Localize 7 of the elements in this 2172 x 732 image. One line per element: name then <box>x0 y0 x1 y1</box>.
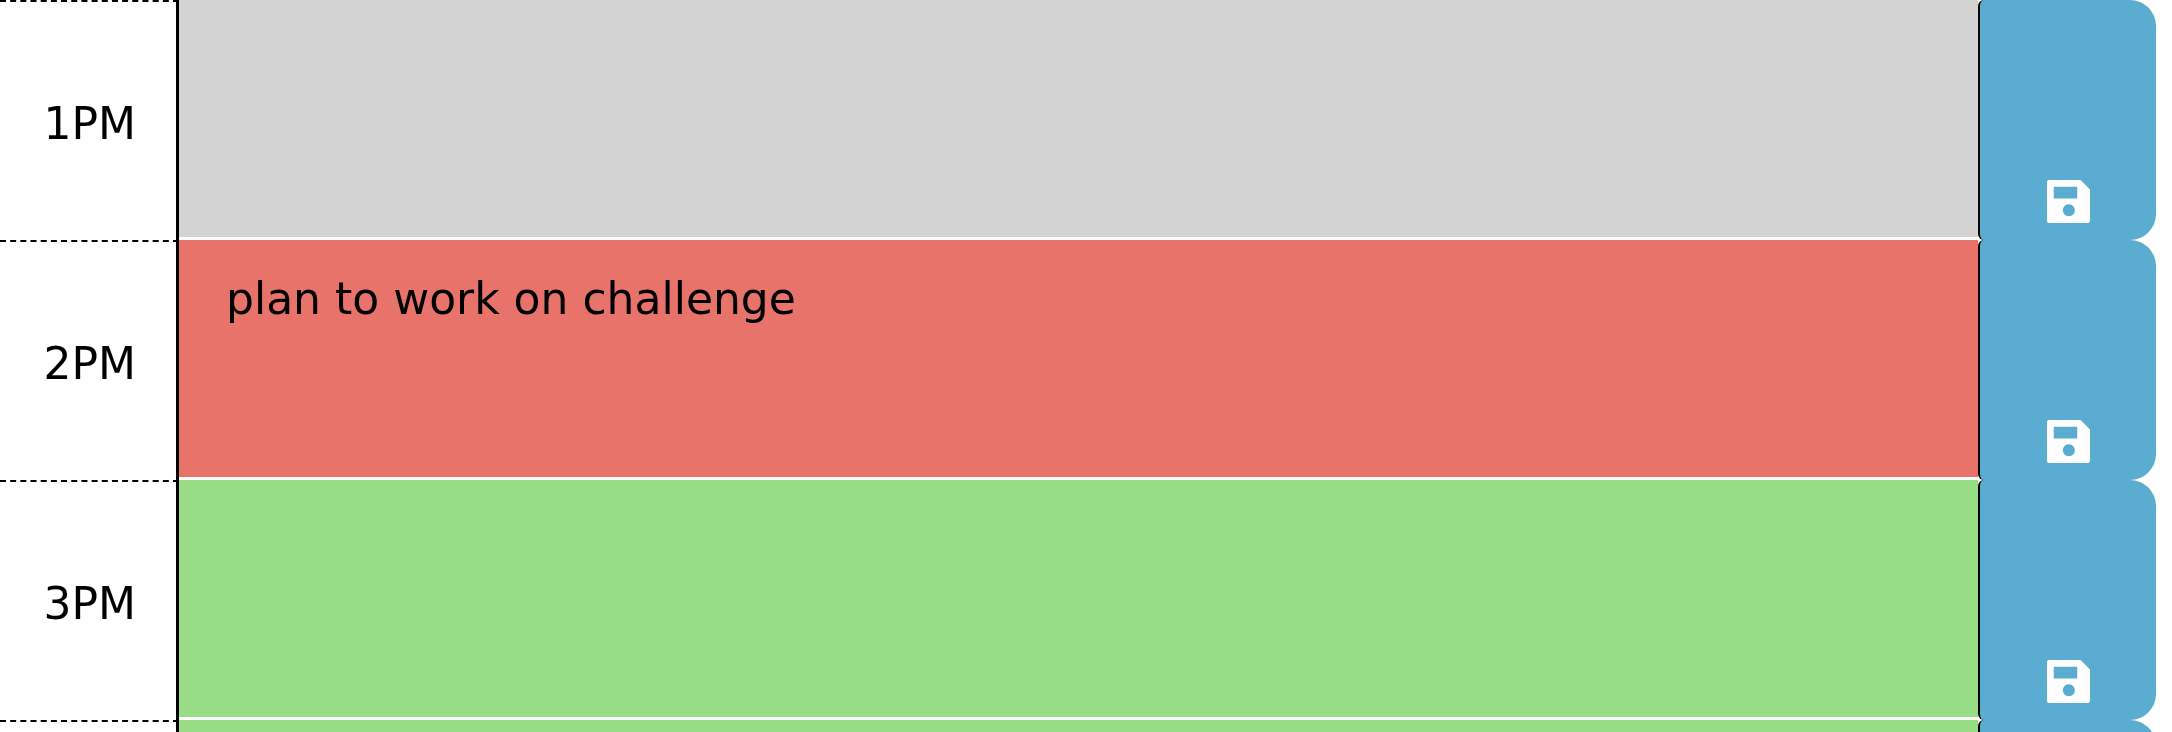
hour-label: 2PM <box>43 337 136 390</box>
note-field[interactable]: plan to work on challenge <box>179 240 1978 477</box>
hour-label: 3PM <box>43 577 136 630</box>
save-button[interactable] <box>1978 0 2156 240</box>
note-field[interactable] <box>179 0 1978 237</box>
hour-label: 1PM <box>43 97 136 150</box>
note-field[interactable] <box>179 480 1978 717</box>
